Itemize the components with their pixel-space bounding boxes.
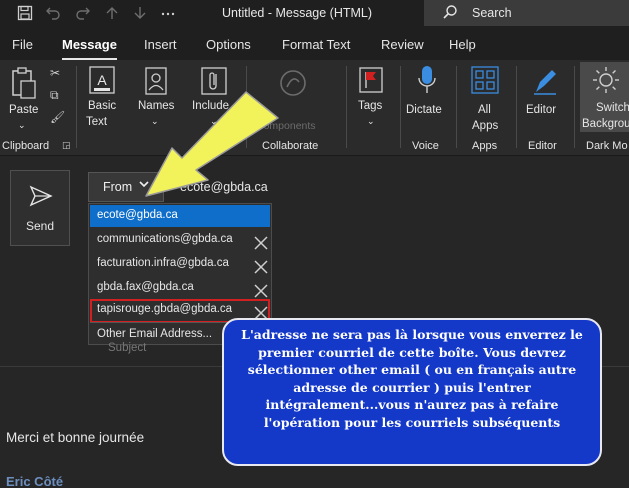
- close-icon[interactable]: [254, 260, 268, 274]
- tags-button[interactable]: Tags ⌄: [352, 64, 392, 134]
- paste-label: Paste: [9, 104, 39, 116]
- text-format-icon: A: [89, 66, 115, 94]
- tab-options[interactable]: Options: [206, 37, 251, 52]
- editor-pen-icon: [534, 70, 556, 95]
- separator: [574, 66, 575, 148]
- components-button[interactable]: Components: [256, 64, 336, 134]
- dialog-launcher-icon[interactable]: ◲: [62, 140, 71, 151]
- from-label: From: [103, 180, 133, 194]
- chevron-down-icon: ⌄: [18, 120, 26, 130]
- up-icon[interactable]: [103, 5, 121, 23]
- include-label: Include: [192, 100, 230, 112]
- close-icon[interactable]: [254, 284, 268, 298]
- basic-text-label-1: Basic: [88, 100, 117, 112]
- microphone-icon: [418, 66, 436, 93]
- tags-label: Tags: [358, 100, 383, 112]
- from-button[interactable]: From: [88, 172, 164, 202]
- switch-background-button[interactable]: Switch Backgrou: [580, 62, 629, 132]
- separator: [456, 66, 457, 148]
- annotation-callout: L'adresse ne sera pas là lorsque vous en…: [222, 318, 602, 466]
- search-label: Search: [472, 6, 512, 20]
- editor-label: Editor: [526, 104, 557, 116]
- from-address: ecote@gbda.ca: [180, 180, 268, 194]
- group-dark-mode: Dark Mo: [586, 140, 628, 152]
- tab-file[interactable]: File: [12, 37, 33, 52]
- message-body-text[interactable]: Merci et bonne journée: [6, 430, 144, 445]
- chevron-down-icon: ⌄: [210, 116, 218, 126]
- group-editor: Editor: [528, 140, 557, 152]
- cut-icon[interactable]: ✂: [50, 66, 60, 80]
- paste-icon: [12, 67, 36, 99]
- send-button[interactable]: Send: [10, 170, 70, 246]
- send-label: Send: [25, 219, 55, 233]
- loop-icon: [280, 70, 306, 96]
- window-title: Untitled - Message (HTML): [222, 6, 373, 20]
- copy-icon[interactable]: ⧉: [50, 88, 59, 103]
- dictate-button[interactable]: Dictate: [404, 64, 450, 134]
- search-icon: [442, 4, 458, 20]
- editor-button[interactable]: Editor: [522, 64, 568, 134]
- components-label: Components: [256, 120, 316, 132]
- save-icon[interactable]: [16, 5, 34, 23]
- signature-name: Eric Côté: [6, 474, 64, 488]
- svg-text:A: A: [97, 72, 107, 88]
- tab-review[interactable]: Review: [381, 37, 424, 52]
- search-box[interactable]: Search: [424, 0, 629, 26]
- format-painter-icon[interactable]: 🖌: [50, 110, 65, 124]
- tab-format-text[interactable]: Format Text: [282, 37, 350, 52]
- ribbon: Paste ⌄ ✂ ⧉ 🖌 Clipboard ◲ A Basic Text N…: [0, 60, 629, 156]
- switch-label-2: Backgrou: [582, 118, 629, 130]
- switch-label-1: Switch: [596, 102, 629, 114]
- group-voice: Voice: [412, 140, 439, 152]
- title-bar: Untitled - Message (HTML) Search: [0, 0, 629, 28]
- paste-button[interactable]: Paste ⌄: [4, 64, 44, 134]
- apps-grid-icon: [471, 66, 499, 94]
- down-icon[interactable]: [131, 5, 149, 23]
- dropdown-item[interactable]: communications@gbda.ca: [90, 229, 270, 251]
- group-collaborate: Collaborate: [262, 140, 319, 152]
- attach-icon: [201, 67, 227, 95]
- dictate-label: Dictate: [406, 104, 442, 116]
- send-icon: [29, 185, 53, 207]
- separator: [516, 66, 517, 148]
- undo-icon[interactable]: [44, 5, 62, 23]
- sun-icon: [593, 67, 619, 93]
- basic-text-button[interactable]: A Basic Text: [80, 64, 124, 134]
- callout-text: L'adresse ne sera pas là lorsque vous en…: [241, 327, 583, 430]
- dropdown-item[interactable]: ecote@gbda.ca: [90, 205, 270, 227]
- all-apps-label-2: Apps: [472, 120, 499, 132]
- include-button[interactable]: Include ⌄: [190, 64, 238, 134]
- chevron-down-icon: ⌄: [367, 116, 375, 126]
- more-icon[interactable]: [159, 5, 177, 23]
- group-clipboard: Clipboard: [2, 140, 50, 152]
- address-book-icon: [145, 67, 167, 95]
- dropdown-item[interactable]: facturation.infra@gbda.ca: [90, 253, 270, 275]
- separator: [400, 66, 401, 148]
- ribbon-tabs: File Message Insert Options Format Text …: [0, 28, 629, 60]
- names-button[interactable]: Names ⌄: [134, 64, 178, 134]
- tab-message[interactable]: Message: [62, 37, 117, 52]
- chevron-down-icon: ⌄: [151, 116, 159, 126]
- subject-label: Subject: [108, 342, 147, 354]
- basic-text-label-2: Text: [86, 116, 108, 128]
- dropdown-item[interactable]: gbda.fax@gbda.ca: [90, 277, 270, 299]
- names-label: Names: [138, 100, 175, 112]
- flag-icon: [359, 67, 383, 93]
- all-apps-label-1: All: [478, 104, 491, 116]
- separator: [346, 66, 347, 148]
- separator: [246, 66, 247, 148]
- separator: [76, 66, 77, 148]
- all-apps-button[interactable]: All Apps: [462, 64, 508, 134]
- tab-insert[interactable]: Insert: [144, 37, 177, 52]
- tab-help[interactable]: Help: [449, 37, 476, 52]
- close-icon[interactable]: [254, 236, 268, 250]
- chevron-down-icon: [139, 179, 149, 192]
- group-apps: Apps: [472, 140, 498, 152]
- redo-icon[interactable]: [74, 5, 92, 23]
